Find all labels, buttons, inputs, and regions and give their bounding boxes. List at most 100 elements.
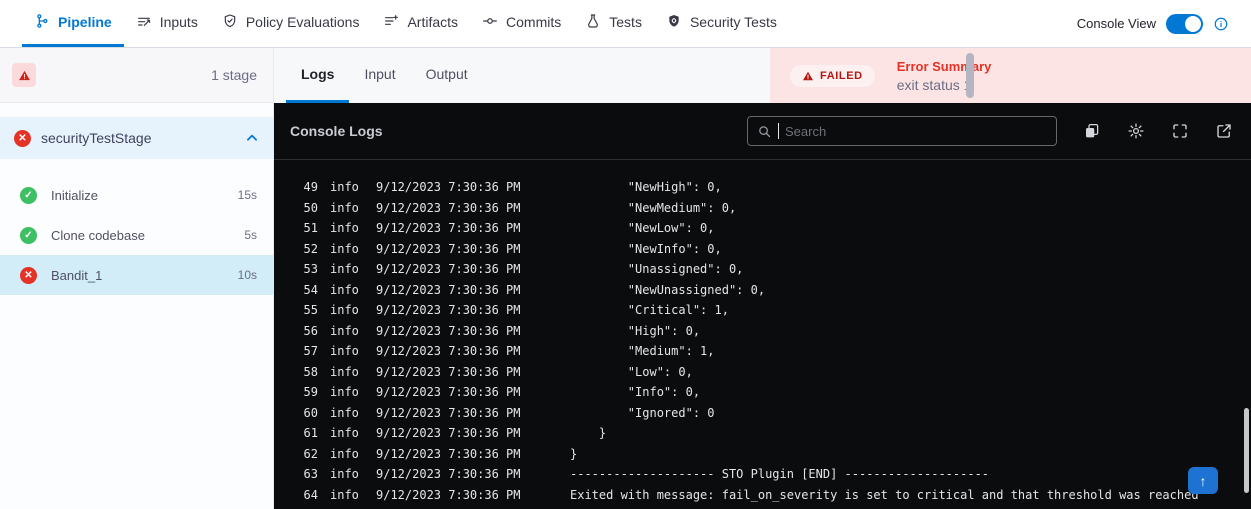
tab-policy-evaluations[interactable]: Policy Evaluations	[210, 0, 372, 47]
info-icon[interactable]	[1213, 16, 1229, 32]
tab-inputs[interactable]: Inputs	[124, 0, 210, 47]
tab-label: Commits	[506, 14, 561, 30]
error-panel-scrollbar[interactable]	[966, 53, 974, 98]
log-line-number: 61	[300, 423, 318, 444]
console-view-controls: Console View	[1077, 14, 1229, 34]
shield-gear-icon	[666, 13, 682, 32]
tab-label: Tests	[609, 14, 642, 30]
log-line-number: 60	[300, 403, 318, 424]
log-line-number: 62	[300, 444, 318, 465]
error-summary-title: Error Summary	[897, 59, 992, 74]
open-in-new-icon[interactable]	[1215, 122, 1233, 140]
tab-output[interactable]: Output	[411, 48, 483, 103]
log-message: "NewLow": 0,	[570, 218, 715, 239]
tab-label: Input	[364, 66, 395, 82]
tab-artifacts[interactable]: Artifacts	[371, 0, 470, 47]
inputs-icon	[136, 13, 152, 32]
step-list: ✓ Initialize 15s ✓ Clone codebase 5s ✕ B…	[0, 175, 273, 295]
error-summary-detail: exit status 1	[897, 77, 992, 93]
log-line-number: 52	[300, 239, 318, 260]
log-timestamp: 9/12/2023 7:30:36 PM	[376, 177, 522, 198]
tab-tests[interactable]: Tests	[573, 0, 654, 47]
log-line-number: 51	[300, 218, 318, 239]
step-name: Bandit_1	[51, 268, 102, 283]
step-initialize[interactable]: ✓ Initialize 15s	[0, 175, 273, 215]
log-message: "NewHigh": 0,	[570, 177, 722, 198]
tab-input[interactable]: Input	[349, 48, 410, 103]
log-timestamp: 9/12/2023 7:30:36 PM	[376, 300, 522, 321]
log-message: }	[570, 444, 577, 465]
check-icon: ✓	[20, 187, 37, 204]
step-details-panel: Logs Input Output FAILED Error Summary e…	[274, 48, 1251, 509]
search-input[interactable]	[785, 124, 1047, 139]
log-level: info	[330, 382, 360, 403]
log-timestamp: 9/12/2023 7:30:36 PM	[376, 239, 522, 260]
log-level: info	[330, 362, 360, 383]
step-name: Clone codebase	[51, 228, 145, 243]
tab-logs[interactable]: Logs	[286, 48, 349, 103]
log-line: 50 info 9/12/2023 7:30:36 PM "NewMedium"…	[300, 198, 1251, 219]
log-line: 61 info 9/12/2023 7:30:36 PM }	[300, 423, 1251, 444]
log-timestamp: 9/12/2023 7:30:36 PM	[376, 198, 522, 219]
status-badge-failed: FAILED	[790, 65, 875, 87]
log-level: info	[330, 300, 360, 321]
log-timestamp: 9/12/2023 7:30:36 PM	[376, 218, 522, 239]
toggle-knob	[1185, 16, 1201, 32]
log-line-number: 53	[300, 259, 318, 280]
log-message: "Low": 0,	[570, 362, 693, 383]
log-timestamp: 9/12/2023 7:30:36 PM	[376, 403, 522, 424]
log-level: info	[330, 341, 360, 362]
pipeline-failed-warning-icon	[12, 63, 36, 87]
log-timestamp: 9/12/2023 7:30:36 PM	[376, 485, 522, 506]
stage-row-securityteststage[interactable]: ✕ securityTestStage	[0, 117, 273, 159]
console-view-toggle[interactable]	[1166, 14, 1203, 34]
chevron-up-icon[interactable]	[245, 131, 259, 145]
step-duration: 5s	[244, 228, 257, 242]
log-message: "High": 0,	[570, 321, 700, 342]
execution-nav-tabs: Pipeline Inputs Policy Evaluations Artif…	[22, 0, 789, 47]
log-message: "NewInfo": 0,	[570, 239, 722, 260]
log-line-number: 56	[300, 321, 318, 342]
step-name: Initialize	[51, 188, 98, 203]
stage-failed-icon: ✕	[14, 130, 31, 147]
shield-check-icon	[222, 13, 238, 32]
step-detail-tabstrip: Logs Input Output FAILED Error Summary e…	[274, 48, 1251, 103]
console-scrollbar-thumb[interactable]	[1244, 408, 1249, 493]
tab-security-tests[interactable]: Security Tests	[654, 0, 789, 47]
fullscreen-icon[interactable]	[1171, 122, 1189, 140]
console-logs-panel: Console Logs 49	[274, 103, 1251, 509]
step-duration: 10s	[238, 268, 257, 282]
log-line-number: 49	[300, 177, 318, 198]
log-timestamp: 9/12/2023 7:30:36 PM	[376, 444, 522, 465]
check-icon: ✓	[20, 227, 37, 244]
scroll-to-top-button[interactable]: ↑	[1188, 467, 1218, 494]
tab-pipeline[interactable]: Pipeline	[22, 0, 124, 47]
log-message: "Critical": 1,	[570, 300, 729, 321]
step-duration: 15s	[238, 188, 257, 202]
log-search-box[interactable]	[747, 116, 1057, 146]
tab-label: Output	[426, 66, 468, 82]
tab-commits[interactable]: Commits	[470, 0, 573, 47]
log-message: "NewUnassigned": 0,	[570, 280, 765, 301]
stage-sidebar: 1 stage ✕ securityTestStage ✓ Initialize…	[0, 48, 274, 509]
log-line-number: 63	[300, 464, 318, 485]
log-level: info	[330, 177, 360, 198]
log-level: info	[330, 403, 360, 424]
copy-icon[interactable]	[1083, 122, 1101, 140]
log-message: }	[570, 423, 606, 444]
log-timestamp: 9/12/2023 7:30:36 PM	[376, 362, 522, 383]
settings-gear-icon[interactable]	[1127, 122, 1145, 140]
log-timestamp: 9/12/2023 7:30:36 PM	[376, 382, 522, 403]
log-line: 62 info 9/12/2023 7:30:36 PM }	[300, 444, 1251, 465]
log-timestamp: 9/12/2023 7:30:36 PM	[376, 259, 522, 280]
log-line: 63 info 9/12/2023 7:30:36 PM -----------…	[300, 464, 1251, 485]
log-line-number: 57	[300, 341, 318, 362]
warning-triangle-icon	[802, 70, 814, 82]
step-bandit-1[interactable]: ✕ Bandit_1 10s	[0, 255, 273, 295]
log-timestamp: 9/12/2023 7:30:36 PM	[376, 341, 522, 362]
step-clone-codebase[interactable]: ✓ Clone codebase 5s	[0, 215, 273, 255]
error-summary-panel: FAILED Error Summary exit status 1	[770, 48, 1251, 103]
tab-label: Policy Evaluations	[246, 14, 360, 30]
log-line-number: 64	[300, 485, 318, 506]
log-line: 53 info 9/12/2023 7:30:36 PM "Unassigned…	[300, 259, 1251, 280]
